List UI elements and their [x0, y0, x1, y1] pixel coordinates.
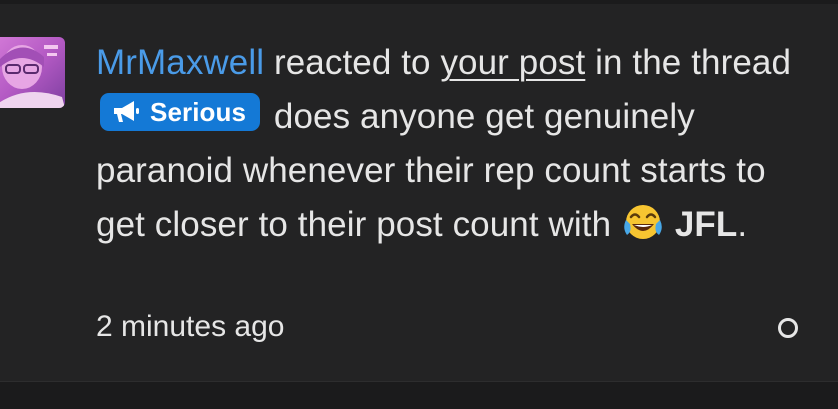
notification-message: MrMaxwell reacted to your post in the th… — [96, 36, 796, 258]
reacted-text: reacted to — [273, 43, 431, 82]
megaphone-icon — [114, 101, 139, 122]
notification-page: MrMaxwell reacted to your post in the th… — [0, 0, 838, 409]
timestamp: 2 minutes ago — [96, 310, 285, 343]
mark-read-circle-icon[interactable] — [778, 318, 798, 338]
in-the-text: in the — [595, 43, 682, 82]
thread-prefix-badge[interactable]: Serious — [100, 93, 261, 131]
top-divider — [0, 0, 838, 4]
tears-of-joy-emoji — [623, 202, 663, 258]
user-avatar[interactable] — [0, 37, 65, 108]
reaction-label: JFL — [674, 205, 738, 244]
user-link[interactable]: MrMaxwell — [96, 43, 264, 82]
prefix-label: Serious — [150, 97, 247, 127]
bottom-divider — [0, 381, 838, 409]
period: . — [737, 205, 748, 244]
thread-text: thread — [691, 43, 792, 82]
post-link[interactable]: your post — [440, 43, 585, 82]
